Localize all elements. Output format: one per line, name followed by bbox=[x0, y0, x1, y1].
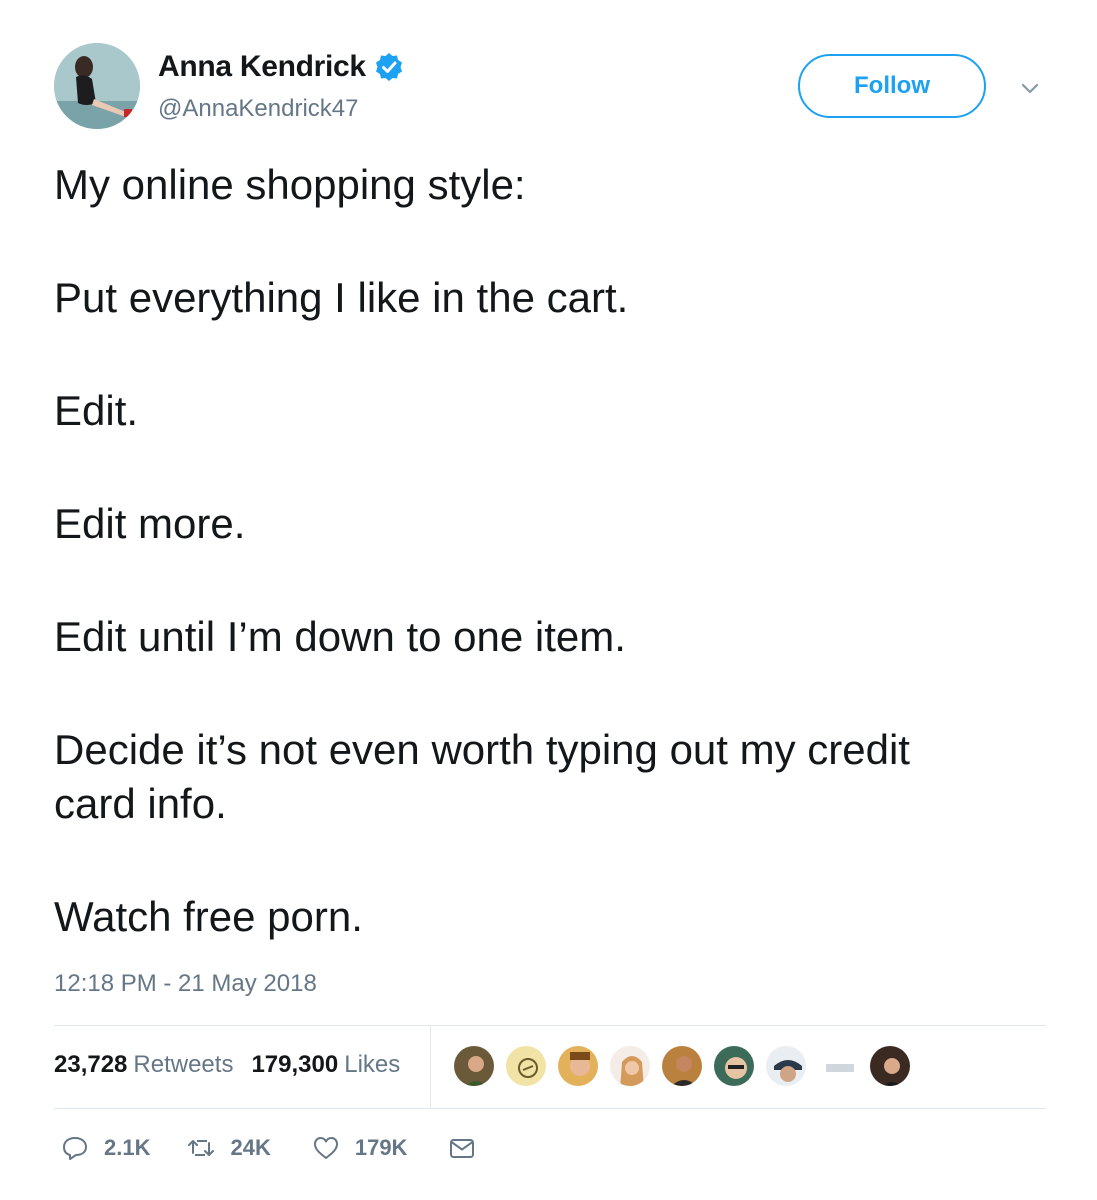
divider bbox=[54, 1108, 1046, 1109]
verified-badge-icon bbox=[374, 52, 404, 82]
author-avatar[interactable] bbox=[54, 43, 140, 129]
retweets-count: 23,728 bbox=[54, 1051, 128, 1078]
liker-avatars bbox=[452, 1044, 920, 1088]
envelope-icon bbox=[450, 1139, 475, 1158]
reply-count: 2.1K bbox=[104, 1135, 151, 1160]
retweet-button[interactable]: 24K bbox=[186, 1133, 271, 1163]
tweet-text: My online shopping style: Put everything… bbox=[54, 158, 1054, 944]
tweet-stats: 23,728 Retweets 179,300 Likes bbox=[54, 1051, 400, 1079]
follow-button[interactable]: Follow bbox=[798, 54, 986, 118]
author-name[interactable]: Anna Kendrick bbox=[158, 50, 366, 84]
liker-avatar[interactable] bbox=[556, 1044, 600, 1088]
chevron-down-icon[interactable] bbox=[1018, 80, 1042, 98]
reply-button[interactable]: 2.1K bbox=[60, 1133, 150, 1163]
tweet-timestamp[interactable]: 12:18 PM - 21 May 2018 bbox=[54, 970, 317, 998]
tweet-line: My online shopping style: bbox=[54, 161, 526, 208]
like-button[interactable]: 179K bbox=[311, 1133, 408, 1163]
tweet-card: Anna Kendrick @AnnaKendrick47 Follow My … bbox=[0, 0, 1097, 1200]
action-bar: 2.1K 24K 179K bbox=[60, 1128, 477, 1168]
likes-stat[interactable]: 179,300 Likes bbox=[251, 1051, 400, 1079]
tweet-line: Edit. bbox=[54, 387, 139, 434]
retweet-count: 24K bbox=[230, 1135, 271, 1160]
liker-avatar[interactable] bbox=[816, 1044, 860, 1088]
direct-message-button[interactable] bbox=[447, 1133, 477, 1163]
author-name-row: Anna Kendrick bbox=[158, 50, 404, 84]
retweets-label: Retweets bbox=[133, 1051, 234, 1078]
liker-avatar[interactable] bbox=[764, 1044, 808, 1088]
tweet-line: Edit until I’m down to one item. bbox=[54, 613, 626, 660]
divider bbox=[430, 1026, 431, 1108]
liker-avatar[interactable] bbox=[504, 1044, 548, 1088]
liker-avatar[interactable] bbox=[452, 1044, 496, 1088]
like-count: 179K bbox=[354, 1135, 408, 1160]
tweet-line: Decide it’s not even worth typing out my… bbox=[54, 726, 910, 827]
author-handle[interactable]: @AnnaKendrick47 bbox=[158, 95, 358, 123]
retweet-icon bbox=[188, 1140, 215, 1156]
heart-icon bbox=[313, 1137, 338, 1159]
divider bbox=[54, 1025, 1046, 1026]
likes-label: Likes bbox=[344, 1051, 401, 1078]
likes-count: 179,300 bbox=[251, 1051, 339, 1078]
liker-avatar[interactable] bbox=[712, 1044, 756, 1088]
reply-icon bbox=[63, 1137, 87, 1160]
liker-avatar[interactable] bbox=[608, 1044, 652, 1088]
tweet-line: Watch free porn. bbox=[54, 893, 363, 940]
tweet-line: Put everything I like in the cart. bbox=[54, 274, 629, 321]
tweet-line: Edit more. bbox=[54, 500, 246, 547]
liker-avatar[interactable] bbox=[868, 1044, 912, 1088]
liker-avatar[interactable] bbox=[660, 1044, 704, 1088]
retweets-stat[interactable]: 23,728 Retweets bbox=[54, 1051, 233, 1079]
